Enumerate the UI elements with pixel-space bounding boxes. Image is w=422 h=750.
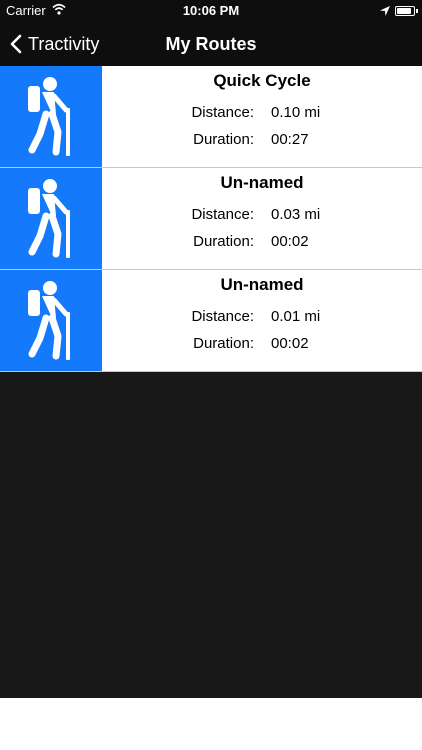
route-row[interactable]: Un-named Distance: 0.01 mi Duration: 00:…: [0, 270, 422, 372]
hiker-icon: [17, 280, 85, 362]
battery-level: [397, 8, 411, 14]
route-thumbnail: [0, 66, 102, 167]
duration-label: Duration:: [193, 131, 254, 148]
duration-label: Duration:: [193, 233, 254, 250]
back-button[interactable]: Tractivity: [10, 22, 99, 66]
route-row[interactable]: Quick Cycle Distance: 0.10 mi Duration: …: [0, 66, 422, 168]
status-time: 10:06 PM: [182, 3, 240, 18]
hiker-icon: [17, 76, 85, 158]
distance-label: Distance:: [191, 104, 254, 121]
navigation-bar: Tractivity My Routes: [0, 22, 422, 66]
chevron-left-icon: [10, 34, 22, 54]
distance-label: Distance:: [191, 308, 254, 325]
distance-value: 0.01 mi: [271, 308, 321, 325]
hiker-icon: [17, 178, 85, 260]
location-arrow-icon: [380, 4, 390, 19]
status-bar: Carrier 10:06 PM: [0, 0, 422, 22]
distance-value: 0.03 mi: [271, 206, 321, 223]
duration-value: 00:27: [271, 131, 309, 148]
empty-list-area: [0, 372, 422, 698]
duration-value: 00:02: [271, 335, 309, 352]
back-button-label: Tractivity: [28, 33, 100, 54]
route-thumbnail: [0, 168, 102, 269]
distance-label: Distance:: [191, 206, 254, 223]
battery-tip: [416, 9, 418, 13]
distance-value: 0.10 mi: [271, 104, 321, 121]
duration-label: Duration:: [193, 335, 254, 352]
route-row[interactable]: Un-named Distance: 0.03 mi Duration: 00:…: [0, 168, 422, 270]
route-name: Un-named: [220, 275, 304, 294]
route-name: Quick Cycle: [213, 71, 311, 90]
route-list: Quick Cycle Distance: 0.10 mi Duration: …: [0, 66, 422, 372]
route-name: Un-named: [220, 173, 304, 192]
route-thumbnail: [0, 270, 102, 371]
battery-icon: [395, 6, 415, 16]
duration-value: 00:02: [271, 233, 309, 250]
